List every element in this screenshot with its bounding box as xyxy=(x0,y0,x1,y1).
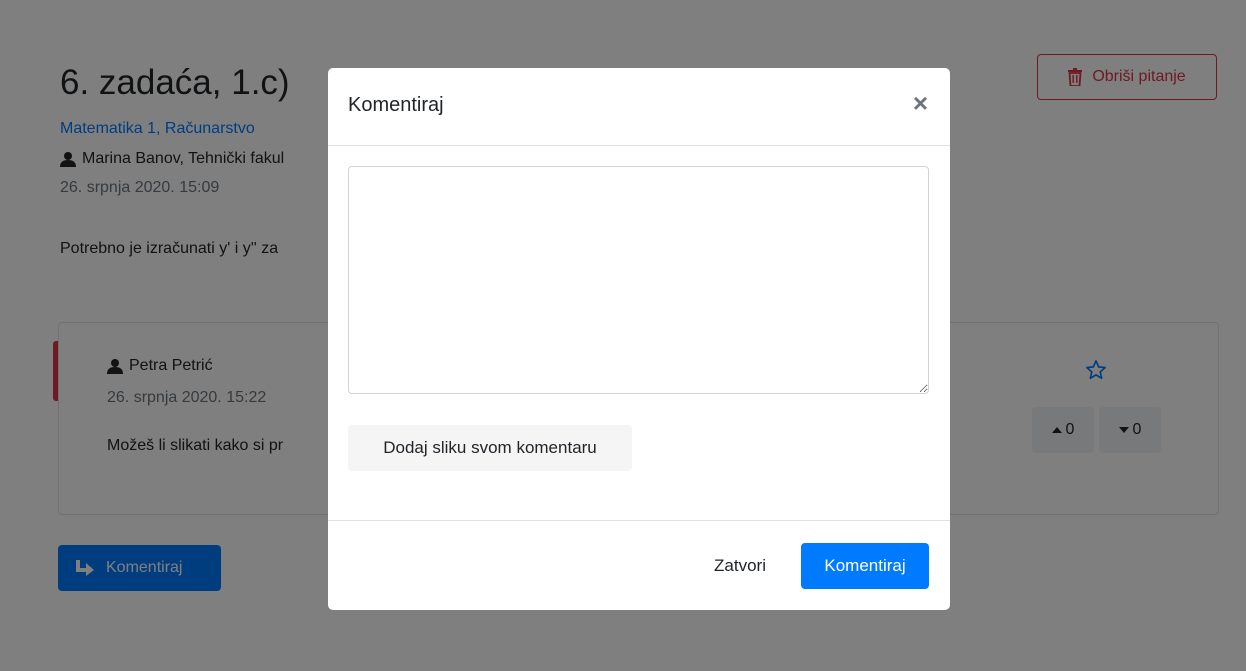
add-image-button[interactable]: Dodaj sliku svom komentaru xyxy=(348,425,632,471)
close-button[interactable]: Zatvori xyxy=(698,543,782,589)
modal-header: Komentiraj × xyxy=(328,68,950,146)
submit-comment-button[interactable]: Komentiraj xyxy=(801,543,929,589)
close-icon[interactable]: × xyxy=(913,90,928,116)
comment-modal: Komentiraj × Dodaj sliku svom komentaru … xyxy=(328,68,950,610)
modal-footer: Zatvori Komentiraj xyxy=(328,520,950,611)
modal-title: Komentiraj xyxy=(348,94,444,116)
viewport: 6. zadaća, 1.c) Obriši pitanje Matematik… xyxy=(0,0,1246,671)
comment-textarea[interactable] xyxy=(348,166,929,394)
